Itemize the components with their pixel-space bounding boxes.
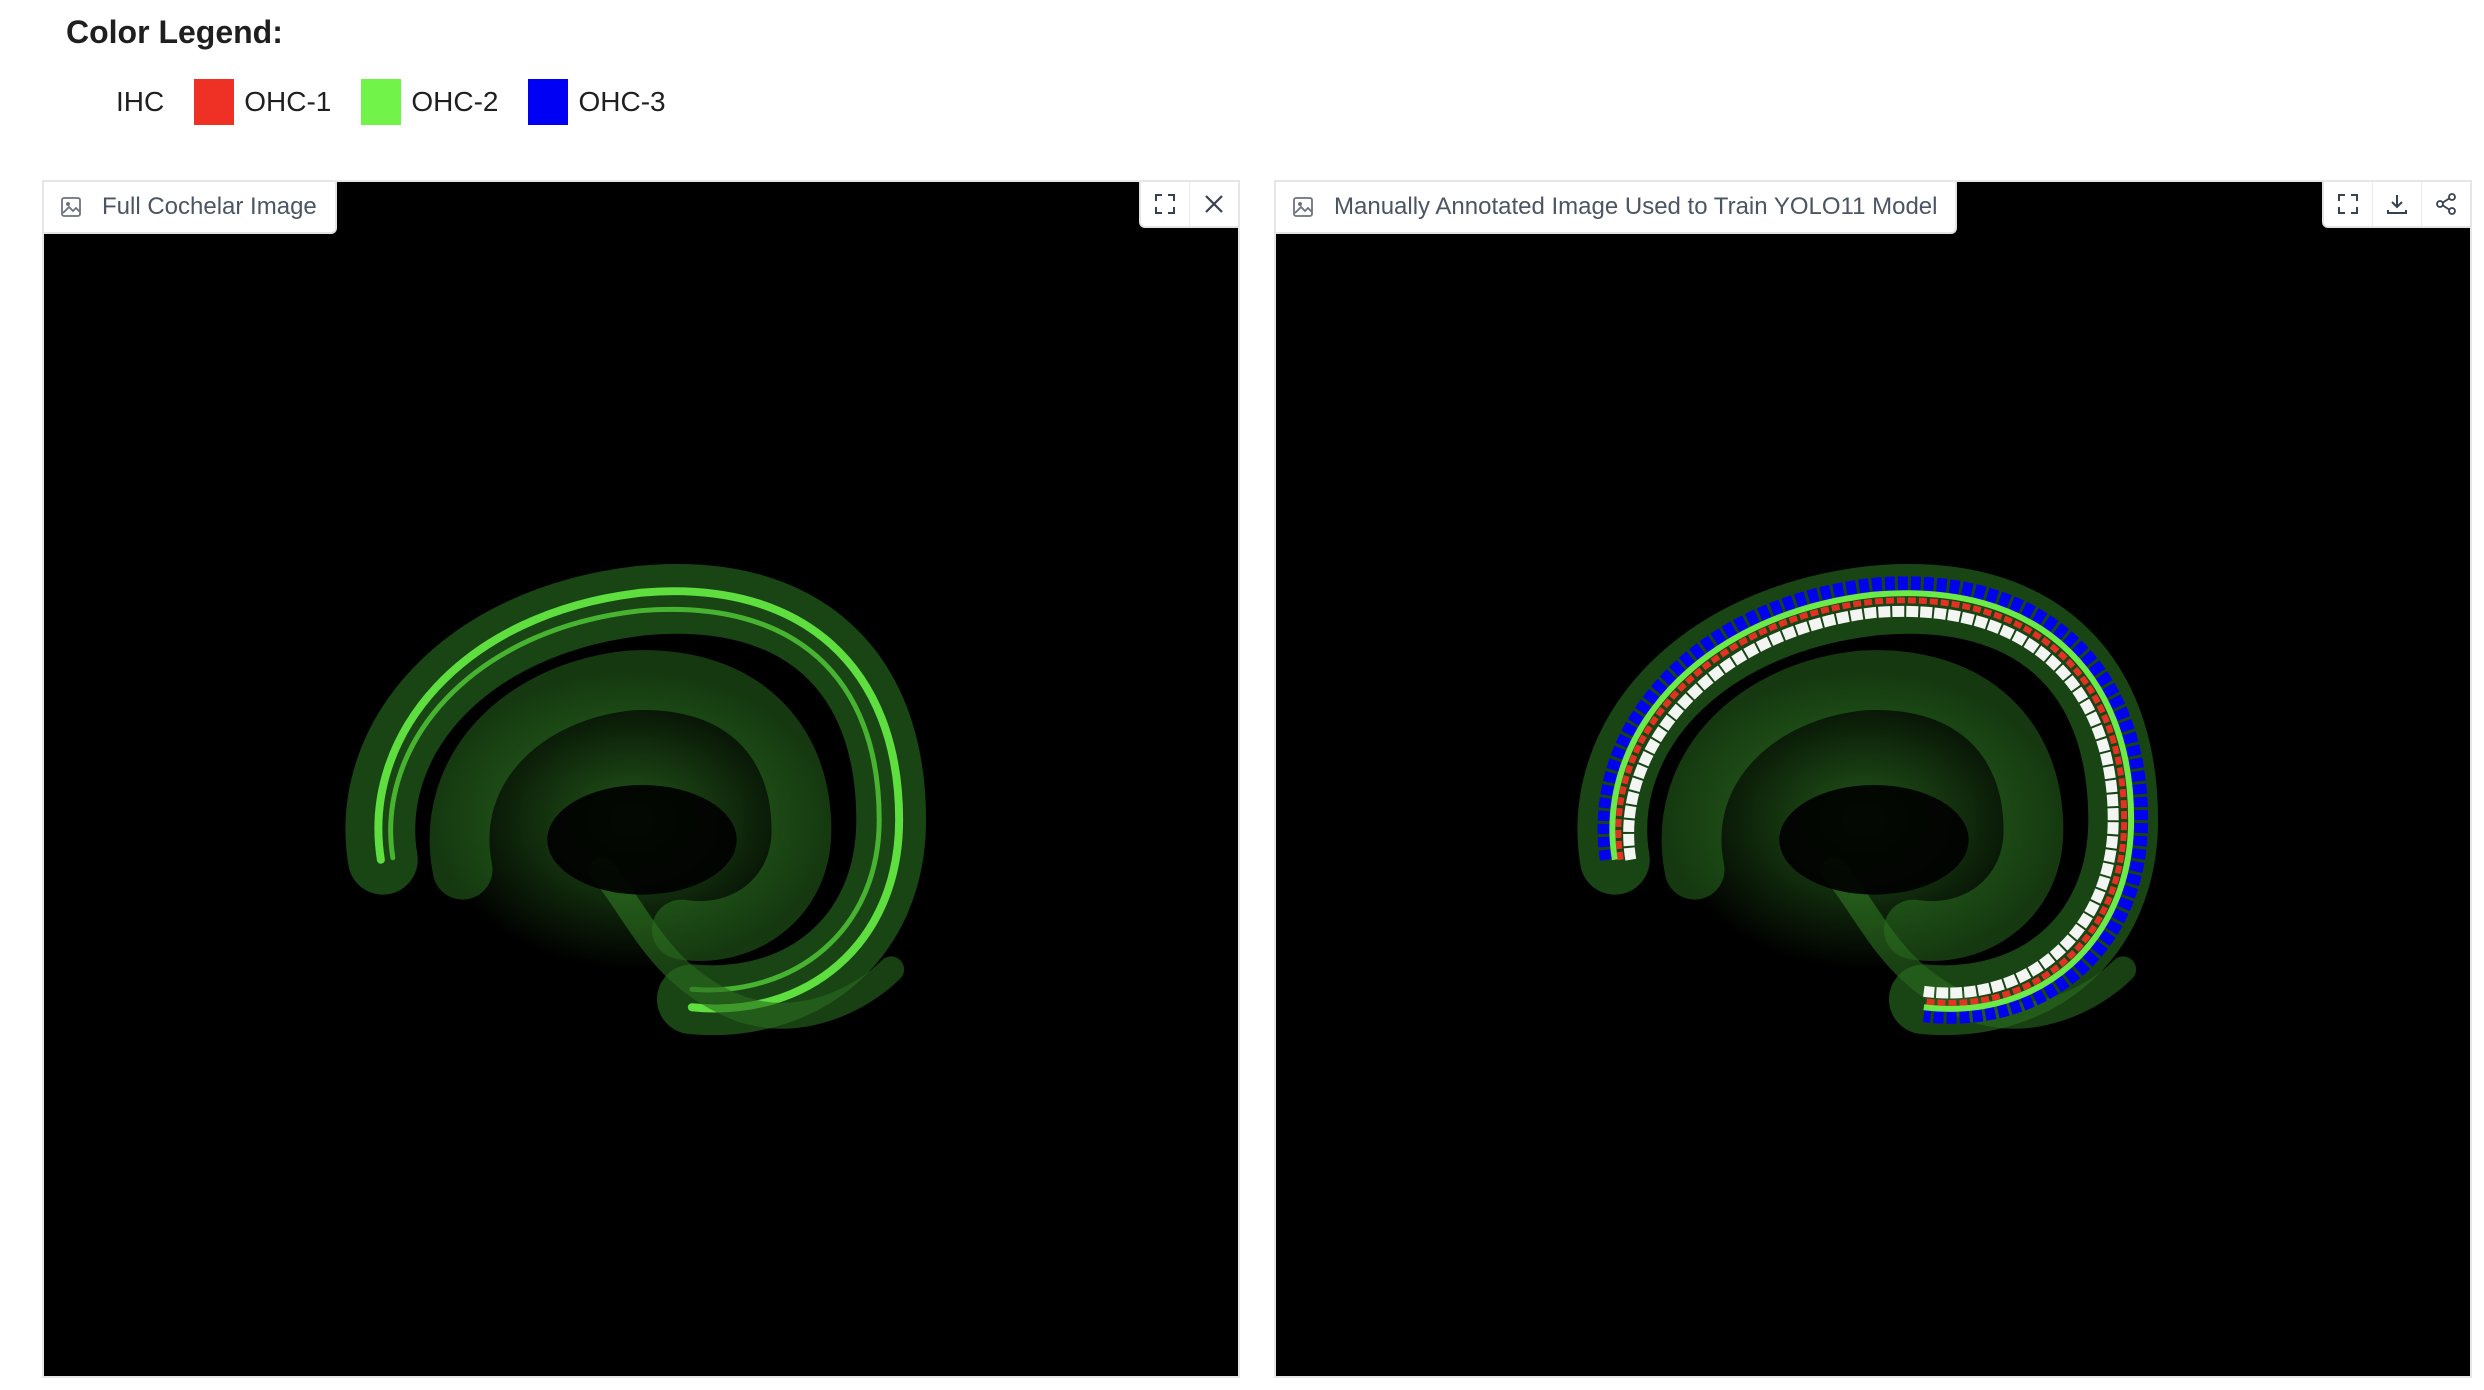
full-cochlear-image-panel: Full Cochelar Image <box>42 180 1240 1378</box>
fullscreen-icon <box>1155 194 1175 214</box>
legend-item-ohc-1: OHC-1 <box>194 79 361 125</box>
legend-swatch-ohc-3 <box>528 79 569 125</box>
legend-item-ohc-2: OHC-2 <box>361 79 528 125</box>
panel-title: Full Cochelar Image <box>102 193 317 220</box>
legend-label-ihc: IHC <box>116 86 165 117</box>
share-button[interactable] <box>2421 182 2470 226</box>
panel-title: Manually Annotated Image Used to Train Y… <box>1334 193 1938 220</box>
fullscreen-button[interactable] <box>2324 182 2372 226</box>
legend-label-ohc-2: OHC-2 <box>411 86 499 117</box>
legend-swatch-ohc-1 <box>194 79 235 125</box>
image-icon <box>60 196 82 218</box>
share-icon <box>2436 193 2456 215</box>
legend-swatch-ohc-2 <box>361 79 402 125</box>
fullscreen-icon <box>2338 194 2358 214</box>
cochlea-microscopy-image <box>345 564 927 1036</box>
legend-title: Color Legend: <box>66 14 283 50</box>
panel-toolbar <box>1139 182 1238 228</box>
download-button[interactable] <box>2372 182 2421 226</box>
close-button[interactable] <box>1189 182 1238 226</box>
download-icon <box>2387 195 2407 214</box>
legend-item-ihc: IHC <box>116 86 194 118</box>
panel-label: Full Cochelar Image <box>44 182 337 234</box>
fullscreen-button[interactable] <box>1141 182 1189 226</box>
panel-toolbar <box>2322 182 2470 228</box>
annotated-cochlea-image <box>1577 564 2159 1036</box>
panel-label: Manually Annotated Image Used to Train Y… <box>1276 182 1958 234</box>
annotated-image-panel: Manually Annotated Image Used to Train Y… <box>1274 180 2472 1378</box>
image-icon <box>1292 196 1314 218</box>
close-icon <box>1205 195 1223 213</box>
legend-item-ohc-3: OHC-3 <box>528 79 695 125</box>
legend-label-ohc-3: OHC-3 <box>578 86 666 117</box>
legend-label-ohc-1: OHC-1 <box>244 86 332 117</box>
color-legend: IHC OHC-1 OHC-2 OHC-3 <box>116 78 696 126</box>
